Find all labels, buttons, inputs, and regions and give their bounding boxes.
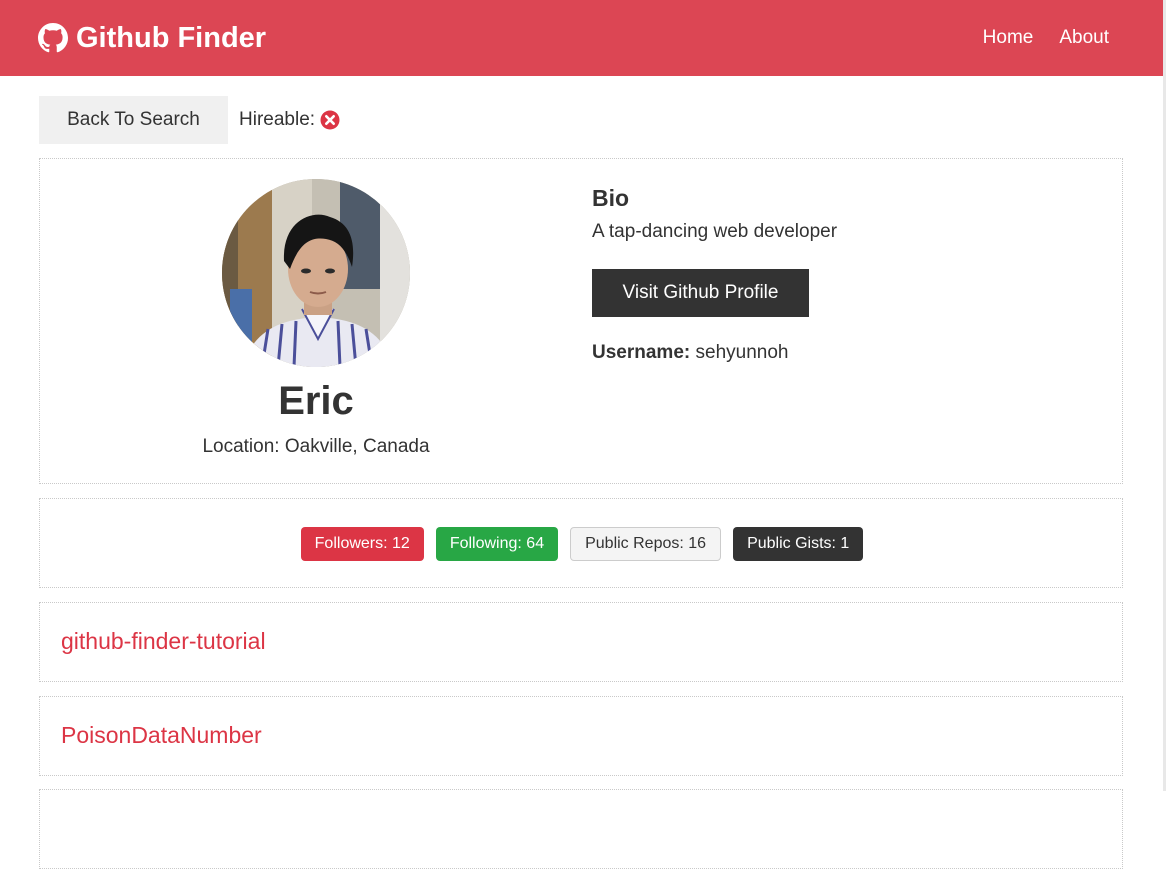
stats-badges: Followers: 12 Following: 64 Public Repos… <box>40 527 1124 561</box>
hireable-label: Hireable: <box>239 109 316 130</box>
toolbar: Back To Search Hireable: <box>39 96 340 144</box>
github-icon <box>38 23 68 53</box>
username-label: Username: <box>592 342 691 363</box>
visit-github-profile-button[interactable]: Visit Github Profile <box>592 269 809 317</box>
nav-link-home[interactable]: Home <box>983 27 1034 49</box>
profile-card: Eric Location: Oakville, Canada Bio A ta… <box>39 158 1123 484</box>
nav-link-about[interactable]: About <box>1059 27 1109 49</box>
stats-card: Followers: 12 Following: 64 Public Repos… <box>39 498 1123 588</box>
username-value: sehyunnoh <box>695 342 789 363</box>
repo-item: PoisonDataNumber <box>39 696 1123 776</box>
public-gists-badge: Public Gists: 1 <box>733 527 864 561</box>
bio-heading: Bio <box>592 185 630 211</box>
hireable-status: Hireable: <box>239 109 340 131</box>
username-line: Username: sehyunnoh <box>592 342 788 364</box>
nav-links: Home About <box>983 27 1109 49</box>
user-location: Location: Oakville, Canada <box>202 436 430 457</box>
repo-item: github-finder-tutorial <box>39 602 1123 682</box>
repo-link[interactable]: github-finder-tutorial <box>61 628 266 655</box>
repo-link[interactable]: PoisonDataNumber <box>61 722 262 749</box>
avatar <box>222 179 410 367</box>
followers-badge: Followers: 12 <box>300 527 424 561</box>
brand[interactable]: Github Finder <box>38 22 266 55</box>
times-circle-icon <box>320 110 340 130</box>
user-name: Eric <box>278 379 354 423</box>
navbar: Github Finder Home About <box>0 0 1163 76</box>
back-to-search-button[interactable]: Back To Search <box>39 96 228 144</box>
public-repos-badge: Public Repos: 16 <box>570 527 722 561</box>
brand-title: Github Finder <box>76 21 267 54</box>
following-badge: Following: 64 <box>435 527 559 561</box>
repo-item <box>39 789 1123 869</box>
bio-text: A tap-dancing web developer <box>592 221 838 242</box>
